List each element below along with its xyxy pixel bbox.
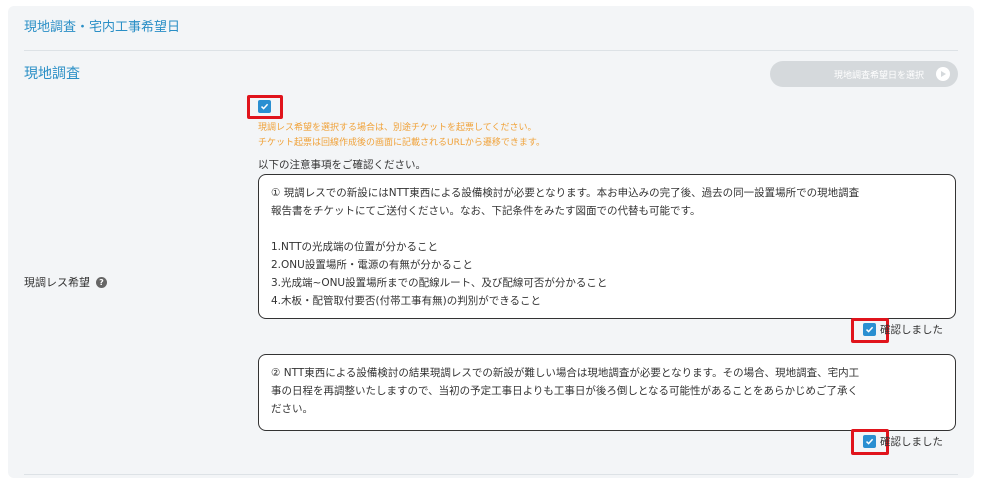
confirm-checkbox-2[interactable] [863,435,876,448]
notice1-line: 1.NTTの光成端の位置が分かること [271,241,439,253]
notice1-line: ① 現調レスでの新設にはNTT東西による設備検討が必要となります。本お申込みの完… [271,187,860,199]
notice2-line: ださい。 [271,403,313,415]
notice1-line: 2.ONU設置場所・電源の有無が分かること [271,259,473,271]
bottom-divider [24,474,958,475]
confirm-label-1: 確認しました [880,324,943,336]
notice-label: 以下の注意事項をご確認ください。 [258,159,426,171]
survey-subtitle: 現地調査 [24,66,80,82]
notice-box-2: ② NTT東西による設備検討の結果現調レスでの新設が難しい場合は現地調査が必要と… [258,354,956,431]
notice1-line: 報告書をチケットにてご送付ください。なお、下記条件をみたす図面での代替も可能です… [271,205,701,217]
notice1-line: 4.木板・配管取付要否(付帯工事有無)の判別ができること [271,295,541,307]
field-label-text: 現調レス希望 [24,276,90,289]
notice1-line [271,220,943,238]
warning-line-2: チケット起票は回線作成後の画面に記載されるURLから遷移できます。 [258,138,545,148]
no-survey-checkbox[interactable] [258,100,271,113]
check-icon [865,326,874,333]
select-survey-date-button[interactable]: 現地調査希望日を選択 [770,61,958,87]
check-icon [260,103,269,110]
confirm-checkbox-1[interactable] [863,323,876,336]
confirm-label-2: 確認しました [880,436,943,448]
field-label: 現調レス希望 ? [24,274,107,290]
notice2-line: 事の日程を再調整いたしますので、当初の予定工事日よりも工事日が後ろ倒しとなる可能… [271,385,859,397]
warning-line-1: 現調レス希望を選択する場合は、別途チケットを起票してください。 [258,123,537,133]
notice2-line: ② NTT東西による設備検討の結果現調レスでの新設が難しい場合は現地調査が必要と… [271,367,860,379]
help-icon[interactable]: ? [96,276,107,288]
select-survey-date-label: 現地調査希望日を選択 [833,70,924,81]
notice-box-1: ① 現調レスでの新設にはNTT東西による設備検討が必要となります。本お申込みの完… [258,174,956,319]
play-circle-icon [936,67,950,81]
notice1-line: 3.光成端~ONU設置場所までの配線ルート、及び配線可否が分かること [271,277,608,289]
check-icon [865,438,874,445]
section-title: 現地調査・宅内工事希望日 [24,20,181,35]
divider [24,50,958,51]
